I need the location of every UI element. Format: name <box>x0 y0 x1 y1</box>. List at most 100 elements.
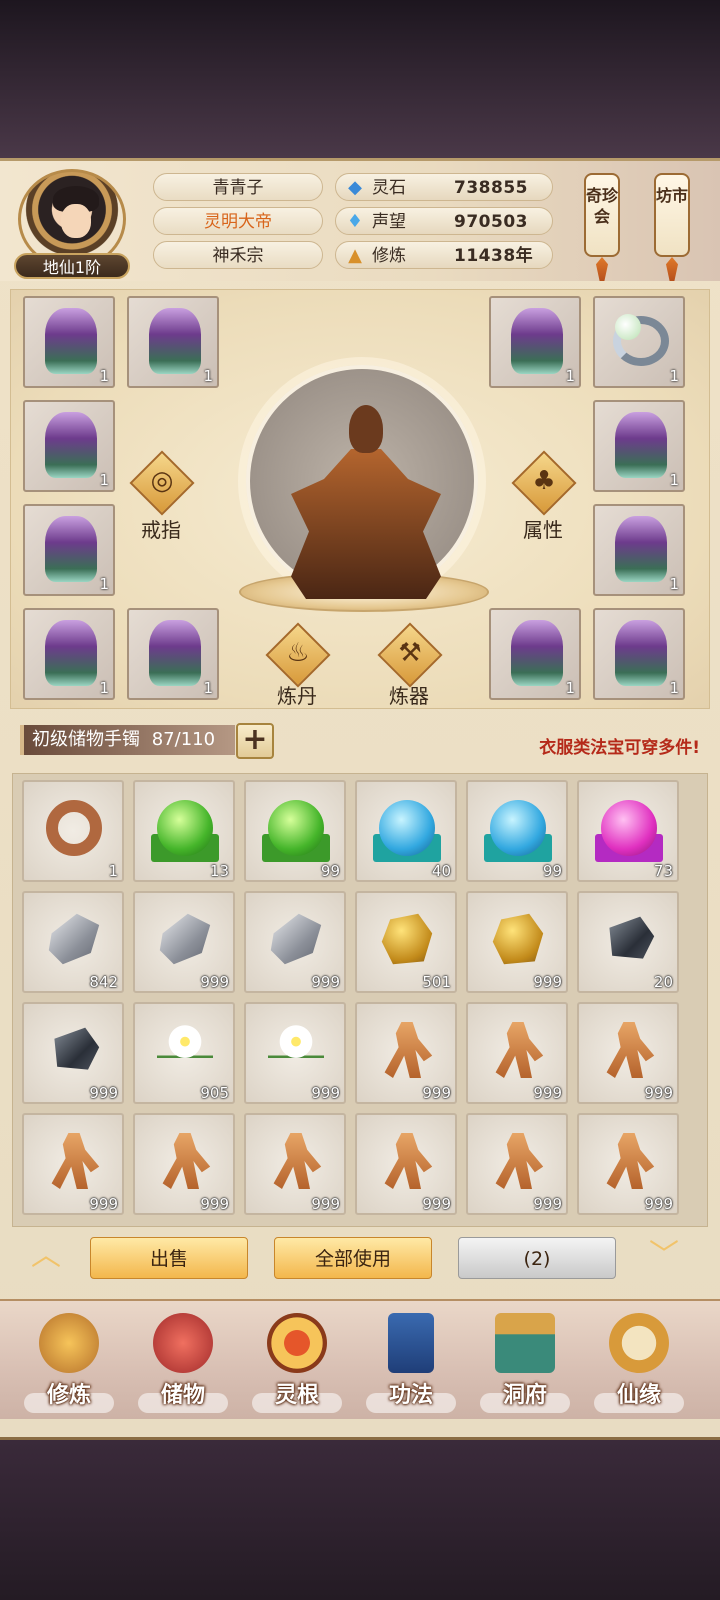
ginseng-icon <box>495 1133 544 1189</box>
rank-badge: 地仙1阶 <box>14 253 130 279</box>
inventory-slot[interactable]: 20 <box>577 891 679 993</box>
item-count: 905 <box>200 1084 229 1102</box>
treasure-auction-button[interactable]: 奇珍会 <box>584 173 620 257</box>
inventory-slot[interactable]: 999 <box>355 1002 457 1104</box>
slot-count: 1 <box>99 679 109 697</box>
scripture-book-icon <box>388 1313 434 1373</box>
item-count: 842 <box>89 973 118 991</box>
page-up-button[interactable]: ︿ <box>22 1239 70 1273</box>
nav-label: 储物 <box>160 1383 205 1408</box>
robe-icon <box>615 516 667 582</box>
nav-cave-abode[interactable]: 洞府 <box>470 1309 580 1419</box>
slot-count: 1 <box>203 679 213 697</box>
expand-bag-button[interactable]: + <box>236 723 274 759</box>
inventory-slot[interactable]: 842 <box>22 891 124 993</box>
inventory-slot[interactable]: 99 <box>244 780 346 882</box>
anvil-icon: ⚒ <box>398 638 422 668</box>
figure-head <box>349 405 383 453</box>
equip-slot[interactable]: 1 <box>489 608 581 700</box>
equip-slot[interactable]: 1 <box>593 608 685 700</box>
item-count: 999 <box>200 973 229 991</box>
equip-slot[interactable]: 1 <box>23 296 115 388</box>
bag-capacity: 87/110 <box>151 729 216 750</box>
item-count: 999 <box>533 1195 562 1213</box>
inventory-slot[interactable]: 999 <box>133 1113 235 1215</box>
silver-stone-icon <box>270 913 322 965</box>
inventory-slot[interactable]: 999 <box>355 1113 457 1215</box>
inventory-slot[interactable]: 40 <box>355 780 457 882</box>
inventory-slot[interactable]: 13 <box>133 780 235 882</box>
monk-icon <box>39 1313 99 1373</box>
inventory-slot[interactable]: 1 <box>22 780 124 882</box>
inventory-slot[interactable]: 501 <box>355 891 457 993</box>
stat-label: 声望 <box>372 212 406 232</box>
equip-slot[interactable]: 1 <box>23 608 115 700</box>
dark-ore-icon <box>54 1027 100 1070</box>
inventory-slot[interactable]: 905 <box>133 1002 235 1104</box>
item-count: 999 <box>311 1195 340 1213</box>
equip-slot[interactable]: 1 <box>23 400 115 492</box>
slot-count: 1 <box>669 575 679 593</box>
robe-icon <box>615 620 667 686</box>
inventory-slot[interactable]: 999 <box>466 1002 568 1104</box>
inventory-slot[interactable]: 999 <box>466 1113 568 1215</box>
equip-slot[interactable]: 1 <box>593 504 685 596</box>
gold-ore-icon <box>381 913 433 965</box>
inventory-slot[interactable]: 999 <box>244 1002 346 1104</box>
player-title[interactable]: 灵明大帝 <box>153 207 323 235</box>
inventory-slot[interactable]: 999 <box>22 1113 124 1215</box>
equip-slot[interactable]: 1 <box>593 400 685 492</box>
alchemy-button[interactable]: ♨ <box>265 622 331 688</box>
ring-action-button[interactable]: ◎ <box>129 450 195 516</box>
figure-body <box>291 449 441 599</box>
inventory-slot[interactable]: 999 <box>577 1113 679 1215</box>
item-count: 999 <box>533 1084 562 1102</box>
robe-icon <box>45 308 97 374</box>
inventory-slot[interactable]: 99 <box>466 780 568 882</box>
dark-ore-icon <box>609 916 655 959</box>
inventory-slot[interactable]: 73 <box>577 780 679 882</box>
nav-storage[interactable]: 储物 <box>128 1309 238 1419</box>
equip-slot[interactable]: 1 <box>127 296 219 388</box>
page-down-button[interactable]: ﹀ <box>640 1239 688 1273</box>
equip-slot[interactable]: 1 <box>127 608 219 700</box>
inventory-slot[interactable]: 999 <box>244 1113 346 1215</box>
market-button[interactable]: 坊市 <box>654 173 690 257</box>
nav-cultivate[interactable]: 修炼 <box>14 1309 124 1419</box>
item-count: 501 <box>422 973 451 991</box>
stat-spirit-stone: ◆ 灵石 738855 <box>335 173 553 201</box>
nav-label: 洞府 <box>502 1383 547 1408</box>
item-count: 999 <box>422 1084 451 1102</box>
use-all-button[interactable]: 全部使用 <box>274 1237 432 1279</box>
player-sect[interactable]: 神禾宗 <box>153 241 323 269</box>
ring-action-label: 戒指 <box>141 518 181 542</box>
selected-count-button[interactable]: (2) <box>458 1237 616 1279</box>
white-flower-icon <box>268 1022 324 1078</box>
slot-count: 1 <box>565 679 575 697</box>
spirit-root-icon <box>267 1313 327 1373</box>
inventory-slot[interactable]: 999 <box>133 891 235 993</box>
cauldron-icon: ♨ <box>286 638 310 668</box>
gourd-icon <box>609 1313 669 1373</box>
cave-abode-icon <box>495 1313 555 1373</box>
item-count: 999 <box>200 1195 229 1213</box>
robe-icon <box>511 308 563 374</box>
equip-slot-ring[interactable]: 1 <box>593 296 685 388</box>
ring-icon <box>46 800 102 856</box>
inventory-slot[interactable]: 999 <box>22 1002 124 1104</box>
cyan-orb-icon <box>379 800 435 856</box>
item-count: 13 <box>209 862 229 880</box>
robe-icon <box>511 620 563 686</box>
inventory-slot[interactable]: 999 <box>577 1002 679 1104</box>
sell-button[interactable]: 出售 <box>90 1237 248 1279</box>
nav-techniques[interactable]: 功法 <box>356 1309 466 1419</box>
nav-spirit-root[interactable]: 灵根 <box>242 1309 352 1419</box>
equip-slot[interactable]: 1 <box>489 296 581 388</box>
inventory-slot[interactable]: 999 <box>466 891 568 993</box>
nav-immortal-fate[interactable]: 仙缘 <box>584 1309 694 1419</box>
equip-slot[interactable]: 1 <box>23 504 115 596</box>
attributes-button[interactable]: ♣ <box>511 450 577 516</box>
top-backdrop <box>0 0 720 158</box>
inventory-slot[interactable]: 999 <box>244 891 346 993</box>
forging-button[interactable]: ⚒ <box>377 622 443 688</box>
